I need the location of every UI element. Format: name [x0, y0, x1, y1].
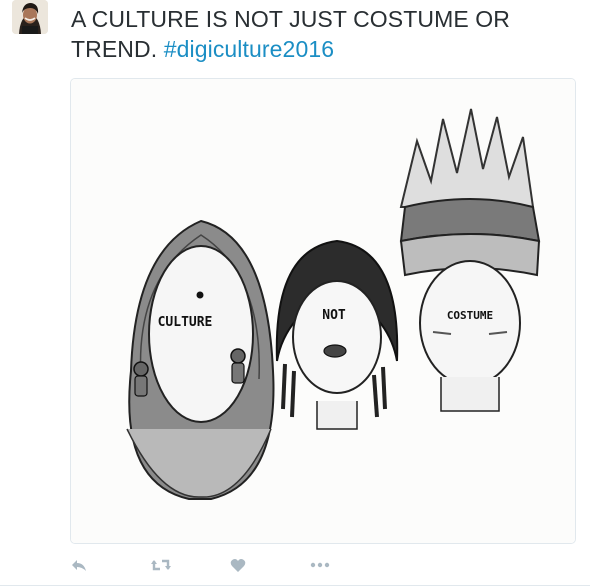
reply-button[interactable] [70, 552, 150, 578]
retweet-icon [151, 559, 171, 571]
illustration: CULTURE NOT COSTUME [71, 79, 575, 543]
tweet-card: A CULTURE IS NOT JUST COSTUME OR TREND. … [0, 0, 590, 587]
reply-icon [72, 560, 86, 571]
more-button[interactable] [310, 552, 390, 578]
heart-icon [230, 558, 246, 572]
avatar-image [12, 0, 48, 34]
like-button[interactable] [230, 552, 310, 578]
divider [0, 585, 590, 586]
tweet-image[interactable]: CULTURE NOT COSTUME [70, 78, 576, 544]
avatar[interactable] [12, 0, 48, 34]
tweet-text: A CULTURE IS NOT JUST COSTUME OR TREND. … [71, 4, 576, 64]
not-label: NOT [322, 308, 346, 323]
retweet-button[interactable] [150, 552, 230, 578]
hashtag-link[interactable]: #digiculture2016 [164, 36, 334, 62]
more-icon [310, 562, 330, 568]
costume-label: COSTUME [447, 309, 493, 322]
culture-label: CULTURE [158, 315, 213, 330]
tweet-actions [70, 552, 390, 578]
